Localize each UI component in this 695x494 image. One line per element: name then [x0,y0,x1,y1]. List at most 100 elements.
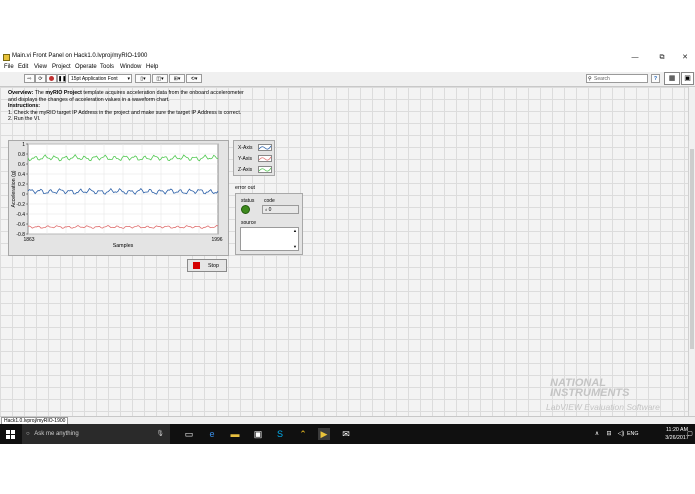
menu-edit[interactable]: Edit [18,64,28,70]
cortana-placeholder: Ask me anything [34,431,79,437]
connector-pane-icon[interactable]: ▦ [664,72,680,85]
store-icon[interactable]: ▣ [252,428,264,440]
menu-tools[interactable]: Tools [100,64,114,70]
window-title: Main.vi Front Panel on Hack1.0.lvproj/my… [12,53,148,59]
front-panel-task-icon[interactable]: ▶ [318,428,330,440]
y-axis-label: Acceleration (g) [11,170,17,207]
code-value: 0 [268,207,272,213]
minimize-button[interactable]: — [628,52,642,63]
menu-file[interactable]: File [4,64,14,70]
stop-icon [193,262,200,269]
watermark-instruments: INSTRUMENTS [550,387,630,399]
scroll-up-icon[interactable]: ▲ [293,228,297,234]
vi-icon[interactable]: ▣ [681,72,694,85]
status-label: status [241,198,255,204]
menu-bar: File Edit View Project Operate Tools Win… [0,63,695,72]
y-tick-label: -0.2 [16,202,25,208]
waveform-chart-svg: 10.80.60.40.20-0.2-0.4-0.6-0.81863 1996Sa… [11,142,223,249]
task-view-icon[interactable]: ▭ [183,428,195,440]
legend-swatch-x[interactable] [258,144,272,151]
reorder-icon[interactable]: ⟲▾ [186,74,202,83]
legend-label-z: Z-Axis [238,167,253,173]
overview-the: The [34,90,44,96]
font-dropdown[interactable]: 15pt Application Font ▾ [68,74,132,83]
overview-line-2: and displays the changes of acceleration… [8,96,170,103]
overview-line: Overview: The myRIO Project template acq… [8,90,308,97]
tray-chevron-icon[interactable]: ∧ [591,428,603,440]
file-explorer-icon[interactable]: ▬ [229,428,241,440]
font-dropdown-value: 15pt Application Font [71,76,118,82]
labview-icon[interactable]: ⌃ [297,428,309,440]
title-bar: Main.vi Front Panel on Hack1.0.lvproj/my… [0,52,695,63]
microphone-icon[interactable]: 🎙 [156,424,164,444]
code-indicator: d 0 [262,205,299,214]
menu-operate[interactable]: Operate [75,64,97,70]
context-help-icon[interactable]: ? [651,74,660,83]
windows-taskbar: ○ Ask me anything 🎙 ▭ e ▬ ▣ S ⌃ ▶ ✉ ∧ ⊟ … [0,424,695,444]
network-icon[interactable]: ⊟ [603,428,615,440]
stop-button-label: Stop [208,263,219,269]
volume-icon[interactable]: ◁) [615,428,627,440]
align-objects-icon[interactable]: ▯▾ [135,74,151,83]
resize-objects-icon[interactable]: ⊞▾ [169,74,185,83]
description-text: Overview: The myRIO Project template acq… [8,90,308,123]
ni-watermark-logo: NATIONAL INSTRUMENTS [550,378,630,399]
search-icon: ⚲ [588,76,592,82]
scrollbar-thumb[interactable] [690,149,694,349]
scroll-down-icon[interactable]: ▼ [293,244,297,250]
y-tick-label: 0.2 [18,182,25,188]
legend-swatch-z[interactable] [258,166,272,173]
numeric-indicator-icon: d [265,207,268,212]
status-bar: Hack1.0.lvproj/myRIO-1900 [0,416,695,425]
source-indicator: ▲ ▼ [240,227,299,251]
labview-vi-icon [3,54,10,61]
instructions-label: Instructions: [8,103,41,110]
status-led [241,205,250,214]
search-input[interactable]: ⚲ Search [586,74,648,83]
y-tick-label: 0.6 [18,162,25,168]
skype-icon[interactable]: S [274,428,286,440]
plot-legend[interactable]: X-Axis Y-Axis Z-Axis [233,140,275,176]
menu-help[interactable]: Help [146,64,158,70]
restore-button[interactable]: ⧉ [655,52,669,63]
menu-view[interactable]: View [34,64,47,70]
distribute-objects-icon[interactable]: ◫▾ [152,74,168,83]
menu-project[interactable]: Project [52,64,71,70]
windows-start-icon[interactable] [6,430,15,439]
edge-icon[interactable]: e [206,428,218,440]
project-name: myRIO Project [45,90,82,96]
vertical-scrollbar[interactable] [688,87,695,416]
source-label: source [241,220,257,226]
overview-label: Overview: [8,90,34,96]
close-button[interactable]: ✕ [678,52,692,63]
stop-button[interactable]: Stop [187,259,227,272]
legend-swatch-y[interactable] [258,155,272,162]
legend-label-x: X-Axis [238,145,253,151]
code-label: code [264,198,275,204]
pause-icon[interactable]: ❚❚ [57,74,66,83]
search-circle-icon: ○ [26,431,30,437]
y-tick-label: 0.8 [18,152,25,158]
evaluation-watermark: LabVIEW Evaluation Software [546,402,660,412]
toolbar: ⇨ ⟳ ❚❚ 15pt Application Font ▾ ▯▾ ◫▾ ⊞▾ ⟲… [0,72,695,87]
instruction-step-2: 2. Run the VI. [8,116,41,123]
search-placeholder: Search [594,76,610,82]
notifications-icon[interactable]: ▢ [686,428,694,440]
mail-icon[interactable]: ✉ [340,428,352,440]
run-arrow-icon[interactable]: ⇨ [24,74,35,83]
y-tick-label: 0.4 [18,172,25,178]
instruction-step-1: 1. Check the myRIO target IP Address in … [8,109,242,116]
menu-window[interactable]: Window [120,64,141,70]
run-continuously-icon[interactable]: ⟳ [35,74,46,83]
abort-icon[interactable] [46,74,57,83]
x-tick-label: 1996 [211,237,222,243]
y-tick-label: 0 [22,192,25,198]
y-tick-label: -0.4 [16,212,25,218]
y-tick-label: 1 [22,142,25,148]
x-axis-label: Samples [113,243,134,249]
x-tick-label: 1863 [23,237,34,243]
language-indicator[interactable]: ENG [627,431,638,437]
legend-label-y: Y-Axis [238,156,252,162]
cortana-search-box[interactable]: ○ Ask me anything 🎙 [22,424,170,444]
overview-rest: template acquires acceleration data from… [83,90,244,96]
